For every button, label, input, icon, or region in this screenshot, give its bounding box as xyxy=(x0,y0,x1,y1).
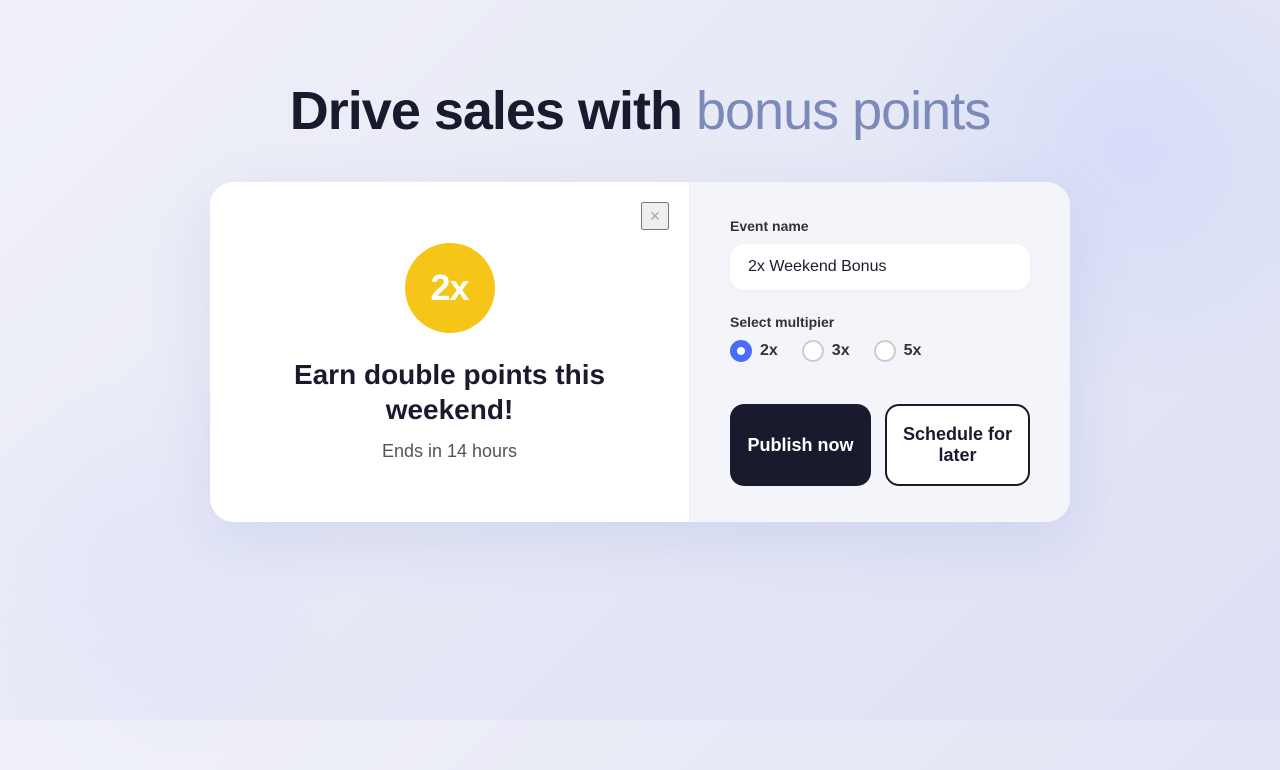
multiplier-label-3x: 3x xyxy=(832,342,850,360)
multiplier-option-2x[interactable]: 2x xyxy=(730,340,778,362)
multiplier-field-group: Select multipier 2x 3x 5x xyxy=(730,314,1030,362)
close-icon: × xyxy=(650,206,661,227)
action-buttons: Publish now Schedule for later xyxy=(730,404,1030,486)
multiplier-label: Select multipier xyxy=(730,314,1030,330)
event-name-label: Event name xyxy=(730,218,1030,234)
radio-inner-2x xyxy=(737,347,745,355)
bonus-badge: 2x xyxy=(405,243,495,333)
multiplier-label-5x: 5x xyxy=(904,342,922,360)
publish-now-button[interactable]: Publish now xyxy=(730,404,871,486)
event-name-input[interactable] xyxy=(730,244,1030,290)
multiplier-label-2x: 2x xyxy=(760,342,778,360)
preview-headline: Earn double points this weekend! xyxy=(250,357,649,427)
preview-subtext: Ends in 14 hours xyxy=(382,441,517,462)
radio-5x[interactable] xyxy=(874,340,896,362)
main-card: × 2x Earn double points this weekend! En… xyxy=(210,182,1070,522)
close-button[interactable]: × xyxy=(641,202,669,230)
event-name-field-group: Event name xyxy=(730,218,1030,290)
bonus-badge-text: 2x xyxy=(430,267,468,309)
title-light: bonus points xyxy=(682,81,990,141)
title-bold: Drive sales with xyxy=(290,81,682,141)
page-title: Drive sales with bonus points xyxy=(290,80,990,142)
multiplier-option-3x[interactable]: 3x xyxy=(802,340,850,362)
radio-2x[interactable] xyxy=(730,340,752,362)
settings-panel: Event name Select multipier 2x 3x xyxy=(690,182,1070,522)
multiplier-option-5x[interactable]: 5x xyxy=(874,340,922,362)
schedule-later-button[interactable]: Schedule for later xyxy=(885,404,1030,486)
multiplier-options: 2x 3x 5x xyxy=(730,340,1030,362)
preview-panel: × 2x Earn double points this weekend! En… xyxy=(210,182,690,522)
radio-3x[interactable] xyxy=(802,340,824,362)
